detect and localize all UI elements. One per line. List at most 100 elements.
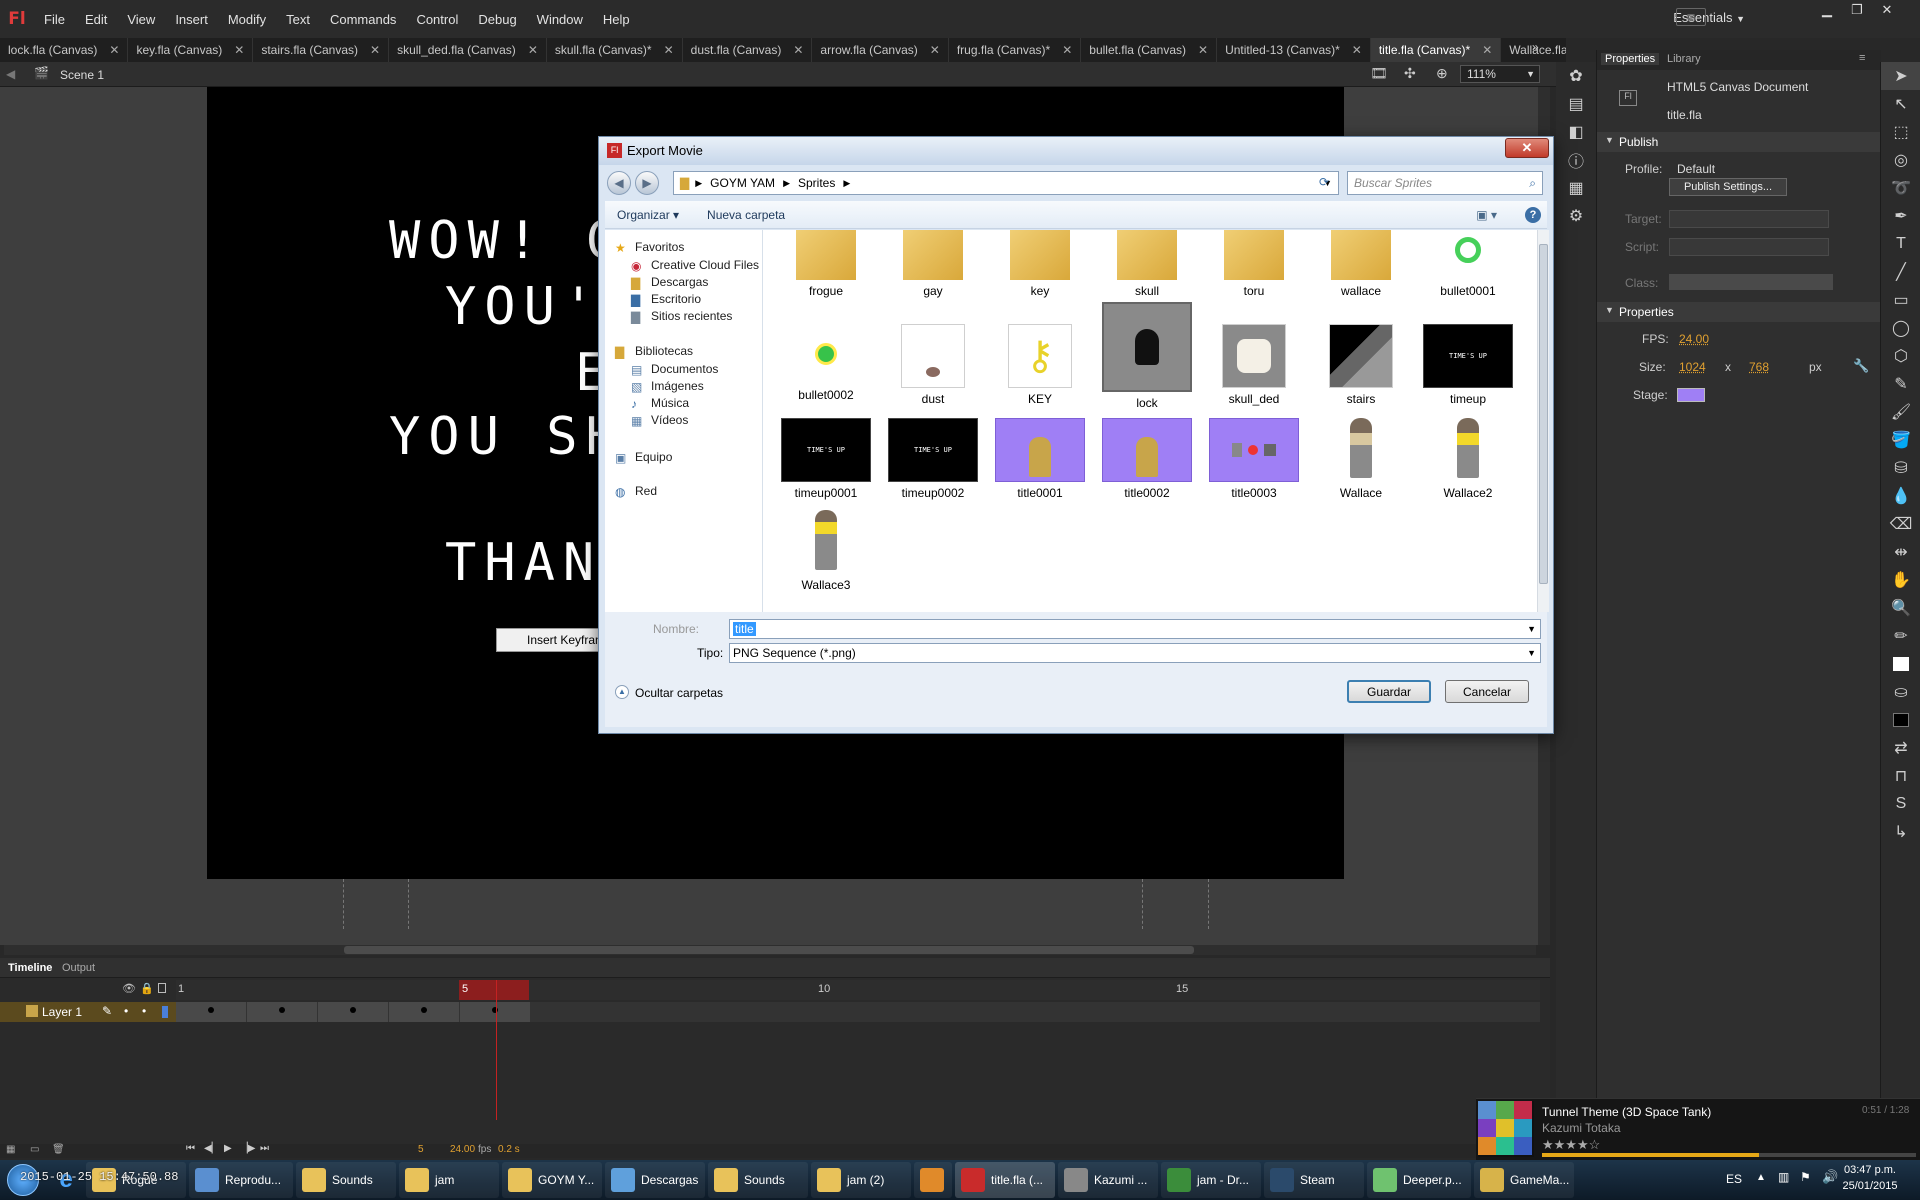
file-list-scrollbar[interactable] [1537, 230, 1549, 612]
rating-stars[interactable]: ★★★★☆ [1542, 1137, 1600, 1153]
outline-icon[interactable] [158, 983, 166, 993]
help-icon[interactable]: ? [1525, 206, 1541, 223]
current-frame[interactable]: 5 [418, 1144, 424, 1155]
layer-row[interactable]: Layer 1 ✎ • • [0, 1002, 176, 1022]
lock-icon[interactable]: 🔒 [140, 982, 154, 995]
file-item[interactable]: Wallace [1308, 418, 1414, 500]
folder-item[interactable]: skull [1094, 230, 1200, 298]
height-field[interactable]: 768 [1749, 360, 1769, 374]
brush-tool-icon[interactable]: 🖌 [1881, 398, 1920, 426]
nav-fav-item[interactable]: ▇ Descargas [631, 273, 708, 291]
folder-item[interactable]: gay [880, 230, 986, 298]
organize-menu[interactable]: Organizar ▾ [617, 208, 679, 222]
pen-tool-icon[interactable]: ✒ [1881, 202, 1920, 230]
breadcrumb-goym-yam[interactable]: GOYM YAM [710, 176, 775, 190]
document-tab[interactable]: dust.fla (Canvas) ✕ [683, 38, 813, 62]
taskbar-item[interactable]: Deeper.p... [1367, 1162, 1471, 1198]
taskbar-item[interactable] [914, 1162, 952, 1198]
file-list-scroll-thumb[interactable] [1539, 244, 1548, 584]
align-panel-icon[interactable]: ▤ [1556, 90, 1596, 118]
tray-network-icon[interactable]: ▥ [1778, 1170, 1789, 1184]
close-tab-icon[interactable]: ✕ [109, 43, 119, 57]
file-item[interactable]: title0002 [1094, 418, 1200, 500]
frame-ruler[interactable]: 1 5 10 15 [176, 980, 1540, 1000]
folder-item[interactable]: toru [1201, 230, 1307, 298]
back-button[interactable]: ◀ [607, 171, 631, 195]
frames-span[interactable] [176, 1002, 530, 1022]
step-forward-icon[interactable]: ▕▶ [240, 1143, 255, 1154]
swap-colors-icon[interactable]: ⇄ [1881, 734, 1920, 762]
new-folder-icon[interactable]: ▭ [30, 1144, 39, 1155]
nav-lib-item[interactable]: ▤ Documentos [631, 360, 718, 378]
filename-input[interactable]: title ▼ [729, 619, 1541, 639]
tab-output[interactable]: Output [62, 962, 95, 974]
menu-modify[interactable]: Modify [218, 12, 276, 27]
zoom-select[interactable]: 111% ▼ [1460, 65, 1540, 83]
taskbar-item[interactable]: Descargas [605, 1162, 705, 1198]
close-tab-icon[interactable]: ✕ [528, 43, 538, 57]
restore-icon[interactable]: ❐ [1842, 0, 1872, 22]
rectangle-tool-icon[interactable]: ▭ [1881, 286, 1920, 314]
folder-item[interactable]: key [987, 230, 1093, 298]
taskbar-item[interactable]: GOYM Y... [502, 1162, 602, 1198]
menu-help[interactable]: Help [593, 12, 640, 27]
filename-dropdown-icon[interactable]: ▼ [1527, 624, 1536, 634]
zoom-tool-icon[interactable]: 🔍 [1881, 594, 1920, 622]
close-tab-icon[interactable]: ✕ [370, 43, 380, 57]
document-tab[interactable]: frug.fla (Canvas)* ✕ [949, 38, 1082, 62]
taskbar-item[interactable]: jam [399, 1162, 499, 1198]
ink-bottle-tool-icon[interactable]: ⛁ [1881, 454, 1920, 482]
info-panel-icon[interactable]: ⓘ [1556, 146, 1596, 174]
publish-settings-button[interactable]: Publish Settings... [1669, 178, 1787, 196]
selection-tool-icon[interactable]: ➤ [1881, 62, 1920, 90]
new-layer-icon[interactable]: ▦ [6, 1144, 15, 1155]
publish-section-header[interactable]: ▼ Publish [1597, 132, 1881, 152]
taskbar-item[interactable]: Kazumi ... [1058, 1162, 1158, 1198]
document-tab[interactable]: bullet.fla (Canvas) ✕ [1081, 38, 1218, 62]
taskbar-item[interactable]: Sounds [708, 1162, 808, 1198]
save-button[interactable]: Guardar [1347, 680, 1431, 703]
refresh-icon[interactable]: ⟳ [1319, 175, 1329, 189]
file-item[interactable]: title0003 [1201, 418, 1307, 500]
file-item[interactable]: ⚷ KEY [987, 324, 1093, 406]
properties-section-header[interactable]: ▼ Properties [1597, 302, 1881, 322]
back-arrow-icon[interactable]: ◀ [6, 67, 15, 81]
tab-library[interactable]: Library [1667, 53, 1701, 65]
file-item[interactable]: title0001 [987, 418, 1093, 500]
width-field[interactable]: 1024 [1679, 360, 1706, 374]
tab-timeline[interactable]: Timeline [8, 962, 52, 974]
menu-file[interactable]: File [34, 12, 75, 27]
close-tab-icon[interactable]: ✕ [1482, 43, 1492, 57]
nav-lib-item[interactable]: ▦ Vídeos [631, 411, 688, 429]
script-select[interactable] [1669, 238, 1829, 256]
file-item[interactable]: TIME'S UP timeup0002 [880, 418, 986, 500]
delete-layer-icon[interactable]: 🗑 [52, 1144, 65, 1155]
visibility-dot[interactable]: • [124, 1004, 128, 1018]
taskbar-item[interactable]: Reprodu... [189, 1162, 293, 1198]
menu-commands[interactable]: Commands [320, 12, 406, 27]
taskbar-item[interactable]: title.fla (... [955, 1162, 1055, 1198]
close-tab-icon[interactable]: ✕ [793, 43, 803, 57]
document-tab[interactable]: title.fla (Canvas)* ✕ [1370, 38, 1502, 62]
language-indicator[interactable]: ES [1726, 1172, 1742, 1186]
keyframe-dot[interactable] [421, 1007, 427, 1013]
nav-computer[interactable]: ▣ Equipo [615, 448, 672, 466]
file-item[interactable]: Wallace3 [773, 510, 879, 592]
nav-libraries[interactable]: ▇ Bibliotecas [615, 342, 693, 360]
3d-rotation-tool-icon[interactable]: ◎ [1881, 146, 1920, 174]
breadcrumb-sprites[interactable]: Sprites [798, 176, 835, 190]
track-progress-bar[interactable] [1542, 1153, 1916, 1157]
menu-window[interactable]: Window [527, 12, 593, 27]
document-tab[interactable]: lock.fla (Canvas) ✕ [0, 38, 129, 62]
layer-name[interactable]: Layer 1 [42, 1005, 82, 1019]
last-frame-icon[interactable]: ⏭ [260, 1143, 269, 1154]
taskbar-item[interactable]: Sounds [296, 1162, 396, 1198]
keyframe-dot[interactable] [208, 1007, 214, 1013]
taskbar-item[interactable]: jam (2) [811, 1162, 911, 1198]
step-back-icon[interactable]: ◀▏ [204, 1143, 219, 1154]
document-tab[interactable]: Untitled-13 (Canvas)* ✕ [1217, 38, 1371, 62]
edit-scene-icon[interactable]: 🎞 [1370, 65, 1388, 82]
menu-edit[interactable]: Edit [75, 12, 117, 27]
edit-symbols-icon[interactable]: ✣ [1404, 65, 1416, 82]
polystar-tool-icon[interactable]: ⬡ [1881, 342, 1920, 370]
